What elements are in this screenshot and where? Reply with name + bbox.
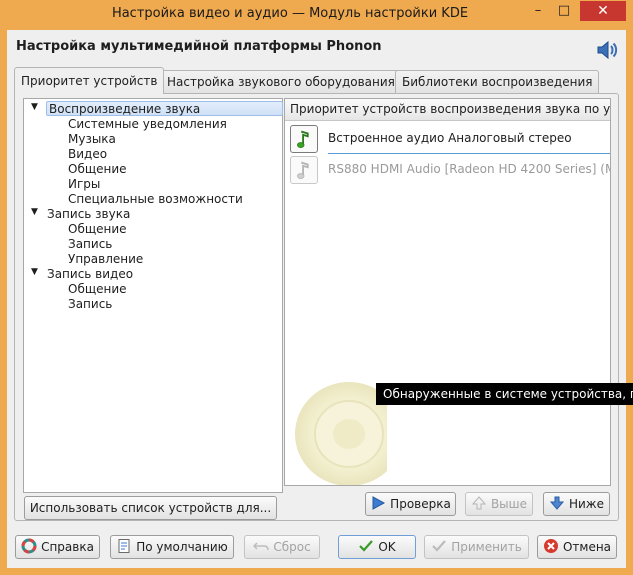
device-item[interactable]: RS880 HDMI Audio [Radeon HD 4200 Series]… [288,155,611,185]
tab-device-priority[interactable]: Приоритет устройств [14,67,165,94]
dialog-content: Настройка мультимедийной платформы Phono… [7,30,633,568]
arrow-down-icon [549,496,565,510]
ok-label: OK [378,540,396,554]
music-note-icon [290,156,318,184]
cancel-button[interactable]: Отмена [537,535,617,559]
move-down-button[interactable]: Ниже [543,492,610,516]
help-label: Справка [41,540,94,554]
tree-item-recording[interactable]: Запись [68,297,112,312]
checkmark-icon [432,540,447,552]
use-device-list-button[interactable]: Использовать список устройств для... [24,496,277,520]
tree-item-audio-playback[interactable]: Воспроизведение звука [46,101,283,116]
tree-item-communication[interactable]: Общение [68,162,127,177]
minimize-button[interactable]: – [525,1,551,21]
reset-button[interactable]: Сброс [244,535,320,559]
category-tree[interactable]: Воспроизведение звука ▼ Системные уведом… [23,98,283,493]
window-title: Настройка видео и аудио — Модуль настрой… [111,6,469,21]
expand-arrow-icon[interactable]: ▼ [31,207,38,217]
tree-item-notifications[interactable]: Системные уведомления [68,117,227,132]
apply-button[interactable]: Применить [424,535,529,559]
speaker-icon [597,40,618,60]
tree-item-recording[interactable]: Запись [68,237,112,252]
tree-item-accessibility[interactable]: Специальные возможности [68,192,243,207]
move-down-label: Ниже [568,497,604,511]
tree-item-communication[interactable]: Общение [68,282,127,297]
music-note-icon [290,125,318,153]
arrow-up-icon [471,496,487,510]
cancel-icon [543,539,558,553]
app-window: Настройка видео и аудио — Модуль настрой… [0,0,633,575]
device-list[interactable]: Приоритет устройств воспроизведения звук… [284,98,611,486]
tree-item-label: Воспроизведение звука [49,102,201,116]
title-bar[interactable]: Настройка видео и аудио — Модуль настрой… [0,0,633,30]
defaults-label: По умолчанию [136,540,228,554]
play-icon [372,496,386,510]
tree-item-audio-recording[interactable]: Запись звука [47,207,130,222]
page-title: Настройка мультимедийной платформы Phono… [16,39,382,54]
ok-button[interactable]: OK [338,535,416,559]
close-button[interactable]: ✕ [580,1,626,21]
reset-label: Сброс [273,540,311,554]
divider [328,153,610,154]
device-list-header: Приоритет устройств воспроизведения звук… [285,99,610,121]
tree-item-video-recording[interactable]: Запись видео [47,267,133,282]
test-button[interactable]: Проверка [365,492,456,516]
lifebuoy-icon [21,538,37,554]
tree-item-games[interactable]: Игры [68,177,100,192]
expand-arrow-icon[interactable]: ▼ [31,267,38,277]
tooltip: Обнаруженные в системе устройства, подхо… [376,383,633,405]
tab-backends[interactable]: Библиотеки воспроизведения [395,70,600,93]
device-label: Встроенное аудио Аналоговый стерео [328,131,572,145]
move-up-label: Выше [490,497,528,511]
test-button-label: Проверка [390,497,451,511]
move-up-button[interactable]: Выше [465,492,533,516]
device-item[interactable]: Встроенное аудио Аналоговый стерео [288,124,610,154]
speaker-watermark-icon [295,382,387,485]
tree-item-music[interactable]: Музыка [68,132,116,147]
tree-item-communication[interactable]: Общение [68,222,127,237]
checkmark-icon [359,540,374,552]
help-button[interactable]: Справка [15,535,100,559]
cancel-label: Отмена [562,540,612,554]
tree-item-video[interactable]: Видео [68,147,107,162]
expand-arrow-icon[interactable]: ▼ [31,102,38,112]
maximize-button[interactable]: □ [551,1,577,21]
tree-item-control[interactable]: Управление [68,252,143,267]
undo-icon [253,542,270,551]
device-label: RS880 HDMI Audio [Radeon HD 4200 Series]… [328,162,611,176]
tab-audio-hardware[interactable]: Настройка звукового оборудования [160,70,402,93]
document-icon [118,539,130,553]
apply-label: Применить [451,540,522,554]
defaults-button[interactable]: По умолчанию [110,535,234,559]
